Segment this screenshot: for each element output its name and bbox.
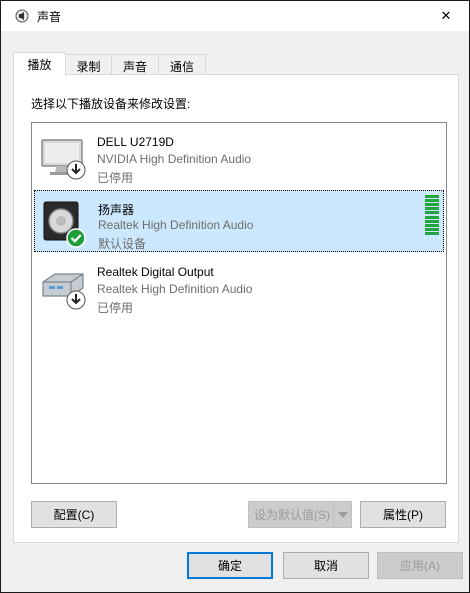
down-arrow-badge xyxy=(66,290,86,310)
level-bar xyxy=(425,211,439,215)
playback-panel: 选择以下播放设备来修改设置: DELL U2719D NVIDIA High D… xyxy=(13,74,459,543)
device-description: Realtek High Definition Audio xyxy=(98,218,254,232)
down-arrow-badge xyxy=(66,160,86,180)
device-item-dell[interactable]: DELL U2719D NVIDIA High Definition Audio… xyxy=(34,125,444,187)
device-list[interactable]: DELL U2719D NVIDIA High Definition Audio… xyxy=(31,122,447,484)
tab-playback[interactable]: 播放 xyxy=(13,52,66,76)
green-check-badge xyxy=(66,228,86,248)
monitor-icon xyxy=(41,139,86,180)
device-description: Realtek High Definition Audio xyxy=(97,282,253,296)
set-default-label: 设为默认值(S) xyxy=(254,508,330,522)
apply-button[interactable]: 应用(A) xyxy=(377,552,463,579)
level-bar xyxy=(425,215,439,219)
tab-recording[interactable]: 录制 xyxy=(65,54,112,76)
title-bar[interactable]: 声音 ✕ xyxy=(1,1,469,31)
device-status: 已停用 xyxy=(97,301,134,315)
level-bar xyxy=(425,227,439,231)
tab-sounds[interactable]: 声音 xyxy=(111,54,159,76)
properties-button[interactable]: 属性(P) xyxy=(360,501,446,528)
device-status: 已停用 xyxy=(97,171,134,185)
device-description: NVIDIA High Definition Audio xyxy=(97,152,252,166)
set-default-button[interactable]: 设为默认值(S) xyxy=(248,501,352,528)
tab-communications[interactable]: 通信 xyxy=(158,54,206,76)
device-item-speakers[interactable]: 扬声器 Realtek High Definition Audio 默认设备 xyxy=(34,190,444,252)
level-bar xyxy=(425,203,439,207)
sound-dialog: 声音 ✕ 播放 录制 声音 通信 选择以下播放设备来修改设置: DELL U27… xyxy=(0,0,470,593)
digital-output-icon xyxy=(42,273,86,310)
configure-button[interactable]: 配置(C) xyxy=(31,501,117,528)
sound-app-icon xyxy=(15,9,29,23)
close-button[interactable]: ✕ xyxy=(423,1,469,31)
level-bar xyxy=(425,223,439,227)
level-bar xyxy=(425,207,439,211)
level-bar xyxy=(425,199,439,203)
level-bar xyxy=(425,219,439,223)
window-title: 声音 xyxy=(37,10,62,24)
device-name: Realtek Digital Output xyxy=(97,265,214,279)
close-icon: ✕ xyxy=(440,8,452,23)
speaker-icon xyxy=(43,201,86,248)
cancel-button[interactable]: 取消 xyxy=(283,552,369,579)
instruction-label: 选择以下播放设备来修改设置: xyxy=(31,97,191,111)
device-name: 扬声器 xyxy=(98,203,135,217)
ok-button[interactable]: 确定 xyxy=(187,552,273,579)
device-item-digital-output[interactable]: Realtek Digital Output Realtek High Defi… xyxy=(34,255,444,317)
level-bar xyxy=(425,231,439,235)
level-bar xyxy=(425,195,439,198)
device-status: 默认设备 xyxy=(98,237,147,251)
chevron-down-icon[interactable] xyxy=(333,502,351,527)
volume-level-meter xyxy=(425,195,439,235)
device-name: DELL U2719D xyxy=(97,135,174,149)
